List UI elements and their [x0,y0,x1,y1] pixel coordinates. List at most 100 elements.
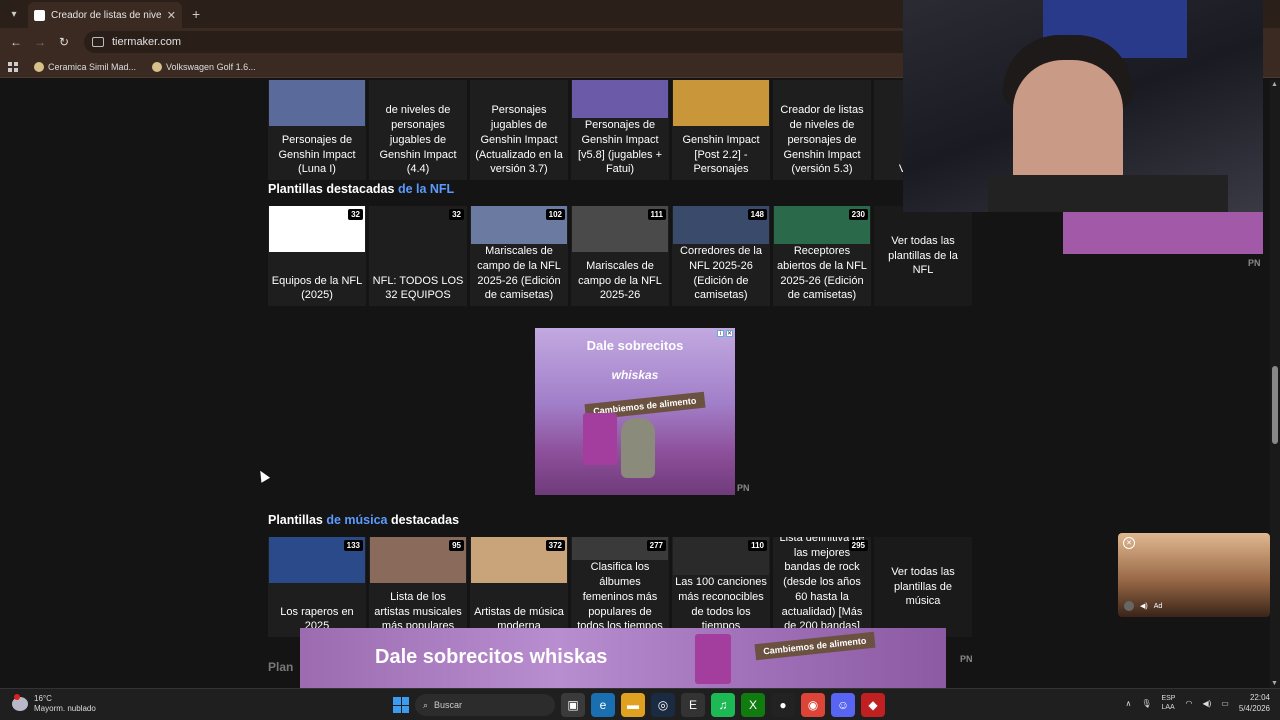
webcam-person-shirt [988,175,1228,212]
music-template-card[interactable]: Las 100 canciones más reconocibles de to… [672,537,770,637]
back-arrow-icon[interactable]: ← [6,32,26,52]
music-template-card[interactable]: Lista definitiva de las mejores bandas d… [773,537,871,637]
genshin-template-card[interactable]: de niveles de personajes jugables de Gen… [369,80,467,180]
chevron-up-icon[interactable]: ∧ [1125,699,1131,708]
close-icon[interactable]: ✕ [1123,537,1135,549]
ad-pn-label: PN [737,483,750,493]
clock[interactable]: 22:04 5/4/2026 [1239,692,1270,714]
ad-brand-logo: whiskas [611,368,659,382]
new-tab-button[interactable]: + [192,6,200,22]
cloud-icon [12,694,28,711]
nfl-template-card[interactable]: Mariscales de campo de la NFL 2025-26 111 [571,206,669,306]
video-ad[interactable]: ✕ ◀) Ad [1118,533,1270,617]
ad-cat-image [621,418,655,478]
bottom-whiskas-ad[interactable]: Dale sobrecitos whiskas Cambiemos de ali… [300,628,946,688]
apps-grid-icon[interactable] [8,61,18,72]
next-section-title: Plan [268,660,294,674]
side-ad[interactable] [1063,212,1263,254]
genshin-template-label: de niveles de personajes jugables de Gen… [379,104,457,176]
ad-choices-icon[interactable]: i ✕ [717,330,733,337]
tab-search-icon[interactable]: ▾ [0,0,28,28]
genshin-template-label: Personajes de Genshin Impact (Luna I) [278,133,356,176]
music-see-all-label: Ver todas las plantillas de música [891,565,955,608]
language-indicator[interactable]: ESP LAA [1161,694,1175,712]
microphone-icon[interactable]: 🎙 [1141,699,1151,708]
xbox-icon[interactable]: X [741,693,765,717]
windows-start-icon[interactable] [393,697,409,713]
music-see-all-link[interactable]: Ver todas las plantillas de música [874,537,972,637]
music-template-card[interactable]: Lista de los artistas musicales más popu… [369,537,467,637]
nfl-link[interactable]: de la NFL [398,182,454,196]
video-ad-controls: ◀) Ad [1124,601,1162,611]
spotify-icon[interactable]: ♫ [711,693,735,717]
file-explorer-icon[interactable]: ▬ [621,693,645,717]
nfl-template-count-badge: 230 [848,209,868,220]
bottom-ad-title: Dale sobrecitos whiskas [375,646,608,668]
bottom-ad-pn-label: PN [960,654,973,664]
tab-tiermaker[interactable]: Creador de listas de niveles pa ✕ [28,2,182,28]
whiskas-ad[interactable]: Dale sobrecitos whiskas Cambiemos de ali… [535,328,735,495]
genshin-template-card[interactable]: Personajes de Genshin Impact (Luna I) [268,80,366,180]
genshin-template-card[interactable]: Personajes de Genshin Impact [v5.8] (jug… [571,80,669,180]
discord-icon[interactable]: ☺ [831,693,855,717]
ad-product-pack [583,413,617,465]
chrome-icon[interactable]: ◉ [801,693,825,717]
search-icon: ⌕ [423,699,429,710]
page-scrollbar[interactable]: ▲ ▼ [1270,80,1280,688]
weather-temp: 16°C [34,694,52,703]
genshin-templates-row: Personajes de Genshin Impact (Luna I) de … [268,80,972,180]
site-info-icon[interactable] [92,37,104,47]
weather-widget[interactable]: 16°C Mayorm. nublado [12,694,96,714]
bookmark-volkswagen[interactable]: Volkswagen Golf 1.6... [152,61,256,72]
edge-icon[interactable]: e [591,693,615,717]
battery-icon[interactable]: ▭ [1221,699,1229,708]
wifi-icon[interactable]: ◠ [1185,699,1192,708]
music-template-card[interactable]: Clasifica los álbumes femeninos más popu… [571,537,669,637]
address-bar[interactable]: tiermaker.com [84,31,944,53]
scrollbar-thumb[interactable] [1272,366,1278,444]
genshin-template-thumbnail [673,80,769,126]
bottom-ad-pack [695,634,731,684]
music-templates-row: Los raperos en 2025 133 Lista de los artis… [268,537,972,637]
taskbar-search[interactable]: ⌕ Buscar [415,694,555,716]
bookmark-ceramica[interactable]: Ceramica Simil Mad... [34,61,136,72]
music-template-count-badge: 372 [545,540,565,551]
genshin-template-card[interactable]: Creador de listas de niveles de personaj… [773,80,871,180]
webcam-overlay [903,0,1263,212]
nfl-template-count-badge: 148 [747,209,767,220]
nfl-template-card[interactable]: Corredores de la NFL 2025-26 (Edición de… [672,206,770,306]
genshin-template-label: Personajes jugables de Genshin Impact (A… [475,104,563,176]
music-template-card[interactable]: Los raperos en 2025 133 [268,537,366,637]
nfl-template-card[interactable]: NFL: TODOS LOS 32 EQUIPOS 32 [369,206,467,306]
side-ad-pn-label: PN [1248,258,1261,268]
tab-close-icon[interactable]: ✕ [167,9,176,22]
nfl-template-card[interactable]: Equipos de la NFL (2025) 32 [268,206,366,306]
tab-title: Creador de listas de niveles pa [51,9,161,21]
nfl-template-label: Mariscales de campo de la NFL 2025-26 [578,259,662,302]
genshin-template-label: Genshin Impact [Post 2.2] - Personajes [682,133,760,176]
volume-icon[interactable]: ◀) [1202,699,1211,708]
obs-icon[interactable]: ● [771,693,795,717]
forward-arrow-icon[interactable]: → [30,32,50,52]
volume-icon[interactable]: ◀) [1140,602,1148,610]
music-link[interactable]: de música [326,513,387,527]
bottom-ad-badge: Cambiemos de alimento [754,631,876,661]
scroll-down-icon[interactable]: ▼ [1271,680,1278,687]
task-view-icon[interactable]: ▣ [561,693,585,717]
nfl-templates-row: Equipos de la NFL (2025) 32 NFL: TODOS LOS… [268,206,972,306]
genshin-template-card[interactable]: Personajes jugables de Genshin Impact (A… [470,80,568,180]
music-template-card[interactable]: Artistas de música moderna 372 [470,537,568,637]
nfl-template-card[interactable]: Receptores abiertos de la NFL 2025-26 (E… [773,206,871,306]
nfl-template-card[interactable]: Mariscales de campo de la NFL 2025-26 (E… [470,206,568,306]
app-icon[interactable]: ◆ [861,693,885,717]
scroll-up-icon[interactable]: ▲ [1271,81,1278,88]
nfl-see-all-link[interactable]: Ver todas las plantillas de la NFL [874,206,972,306]
epic-games-icon[interactable]: E [681,693,705,717]
music-template-count-badge: 110 [748,540,767,551]
tiermaker-favicon-icon [34,9,45,21]
nfl-template-label: NFL: TODOS LOS 32 EQUIPOS [372,274,464,302]
pn-icon[interactable] [1124,601,1134,611]
steam-icon[interactable]: ◎ [651,693,675,717]
genshin-template-card[interactable]: Genshin Impact [Post 2.2] - Personajes [672,80,770,180]
reload-icon[interactable]: ↻ [54,32,74,52]
